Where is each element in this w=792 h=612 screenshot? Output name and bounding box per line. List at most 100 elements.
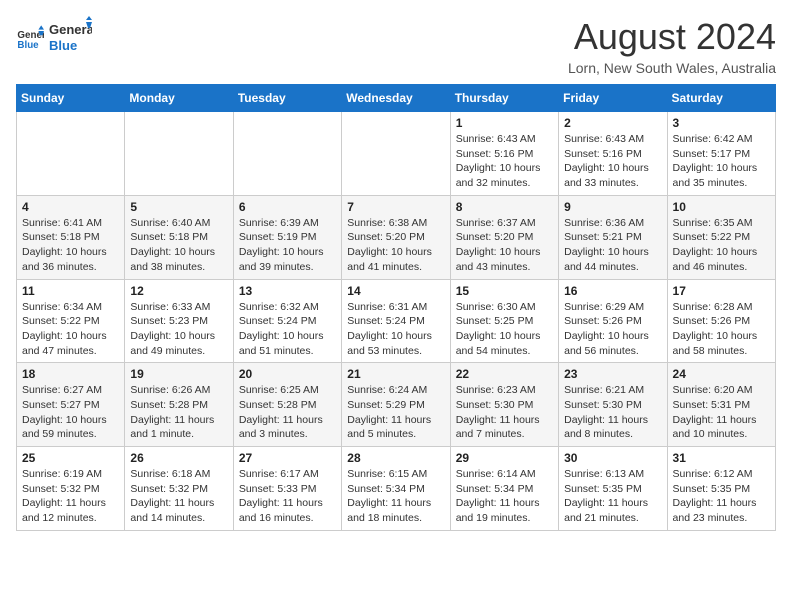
calendar-cell <box>17 112 125 196</box>
day-number: 10 <box>673 200 770 214</box>
calendar-cell: 16Sunrise: 6:29 AM Sunset: 5:26 PM Dayli… <box>559 279 667 363</box>
calendar-cell: 27 Sunrise: 6:17 AM Sunset: 5:33 PM Dayli… <box>233 447 341 531</box>
calendar-cell: 13 Sunrise: 6:32 AM Sunset: 5:24 PM Dayli… <box>233 279 341 363</box>
day-info: Sunrise: 6:24 AM Sunset: 5:29 PM Dayligh… <box>347 383 444 442</box>
col-monday: Monday <box>125 85 233 112</box>
day-info: Sunrise: 6:15 AM Sunset: 5:34 PM Dayligh… <box>347 467 444 526</box>
calendar-cell: 19Sunrise: 6:26 AM Sunset: 5:28 PM Dayli… <box>125 363 233 447</box>
calendar-cell: 29Sunrise: 6:14 AM Sunset: 5:34 PM Dayli… <box>450 447 558 531</box>
month-year-title: August 2024 <box>568 16 776 58</box>
calendar-cell: 18 Sunrise: 6:27 AM Sunset: 5:27 PM Dayli… <box>17 363 125 447</box>
day-number: 19 <box>130 367 227 381</box>
calendar-cell: 15 Sunrise: 6:30 AM Sunset: 5:25 PM Dayli… <box>450 279 558 363</box>
calendar-cell: 25Sunrise: 6:19 AM Sunset: 5:32 PM Dayli… <box>17 447 125 531</box>
calendar-cell: 24 Sunrise: 6:20 AM Sunset: 5:31 PM Dayli… <box>667 363 775 447</box>
day-info: Sunrise: 6:35 AM Sunset: 5:22 PM Dayligh… <box>673 216 770 275</box>
day-info: Sunrise: 6:37 AM Sunset: 5:20 PM Dayligh… <box>456 216 553 275</box>
calendar-cell: 23Sunrise: 6:21 AM Sunset: 5:30 PM Dayli… <box>559 363 667 447</box>
day-info: Sunrise: 6:28 AM Sunset: 5:26 PM Dayligh… <box>673 300 770 359</box>
calendar-cell: 1 Sunrise: 6:43 AM Sunset: 5:16 PM Daylig… <box>450 112 558 196</box>
calendar-cell: 5 Sunrise: 6:40 AM Sunset: 5:18 PM Daylig… <box>125 195 233 279</box>
day-info: Sunrise: 6:30 AM Sunset: 5:25 PM Dayligh… <box>456 300 553 359</box>
day-number: 31 <box>673 451 770 465</box>
calendar-cell: 10 Sunrise: 6:35 AM Sunset: 5:22 PM Dayli… <box>667 195 775 279</box>
day-info: Sunrise: 6:18 AM Sunset: 5:32 PM Dayligh… <box>130 467 227 526</box>
week-row-3: 11 Sunrise: 6:34 AM Sunset: 5:22 PM Dayli… <box>17 279 776 363</box>
calendar-cell: 3Sunrise: 6:42 AM Sunset: 5:17 PM Daylig… <box>667 112 775 196</box>
day-info: Sunrise: 6:27 AM Sunset: 5:27 PM Dayligh… <box>22 383 119 442</box>
day-info: Sunrise: 6:43 AM Sunset: 5:16 PM Dayligh… <box>564 132 661 191</box>
week-row-2: 4 Sunrise: 6:41 AM Sunset: 5:18 PM Daylig… <box>17 195 776 279</box>
calendar-cell: 11 Sunrise: 6:34 AM Sunset: 5:22 PM Dayli… <box>17 279 125 363</box>
day-info: Sunrise: 6:20 AM Sunset: 5:31 PM Dayligh… <box>673 383 770 442</box>
day-info: Sunrise: 6:13 AM Sunset: 5:35 PM Dayligh… <box>564 467 661 526</box>
day-info: Sunrise: 6:41 AM Sunset: 5:18 PM Dayligh… <box>22 216 119 275</box>
calendar-cell: 31 Sunrise: 6:12 AM Sunset: 5:35 PM Dayli… <box>667 447 775 531</box>
day-info: Sunrise: 6:17 AM Sunset: 5:33 PM Dayligh… <box>239 467 336 526</box>
calendar-cell: 14 Sunrise: 6:31 AM Sunset: 5:24 PM Dayli… <box>342 279 450 363</box>
day-number: 30 <box>564 451 661 465</box>
calendar-cell: 21 Sunrise: 6:24 AM Sunset: 5:29 PM Dayli… <box>342 363 450 447</box>
day-info: Sunrise: 6:12 AM Sunset: 5:35 PM Dayligh… <box>673 467 770 526</box>
week-row-1: 1 Sunrise: 6:43 AM Sunset: 5:16 PM Daylig… <box>17 112 776 196</box>
col-thursday: Thursday <box>450 85 558 112</box>
calendar-cell: 17 Sunrise: 6:28 AM Sunset: 5:26 PM Dayli… <box>667 279 775 363</box>
calendar-cell: 28Sunrise: 6:15 AM Sunset: 5:34 PM Dayli… <box>342 447 450 531</box>
day-number: 14 <box>347 284 444 298</box>
calendar-cell: 8 Sunrise: 6:37 AM Sunset: 5:20 PM Daylig… <box>450 195 558 279</box>
calendar-cell: 6 Sunrise: 6:39 AM Sunset: 5:19 PM Daylig… <box>233 195 341 279</box>
day-info: Sunrise: 6:31 AM Sunset: 5:24 PM Dayligh… <box>347 300 444 359</box>
day-number: 23 <box>564 367 661 381</box>
col-saturday: Saturday <box>667 85 775 112</box>
day-number: 17 <box>673 284 770 298</box>
calendar-table: Sunday Monday Tuesday Wednesday Thursday… <box>16 84 776 531</box>
day-number: 27 <box>239 451 336 465</box>
calendar-cell: 4 Sunrise: 6:41 AM Sunset: 5:18 PM Daylig… <box>17 195 125 279</box>
svg-text:Blue: Blue <box>49 38 77 53</box>
calendar-cell: 2Sunrise: 6:43 AM Sunset: 5:16 PM Daylig… <box>559 112 667 196</box>
week-row-4: 18 Sunrise: 6:27 AM Sunset: 5:27 PM Dayli… <box>17 363 776 447</box>
day-info: Sunrise: 6:38 AM Sunset: 5:20 PM Dayligh… <box>347 216 444 275</box>
day-info: Sunrise: 6:40 AM Sunset: 5:18 PM Dayligh… <box>130 216 227 275</box>
day-number: 9 <box>564 200 661 214</box>
day-number: 16 <box>564 284 661 298</box>
day-number: 22 <box>456 367 553 381</box>
day-info: Sunrise: 6:39 AM Sunset: 5:19 PM Dayligh… <box>239 216 336 275</box>
logo: General Blue General Blue <box>16 16 92 60</box>
col-wednesday: Wednesday <box>342 85 450 112</box>
title-area: August 2024 Lorn, New South Wales, Austr… <box>568 16 776 76</box>
day-number: 8 <box>456 200 553 214</box>
calendar-cell: 9 Sunrise: 6:36 AM Sunset: 5:21 PM Daylig… <box>559 195 667 279</box>
day-number: 21 <box>347 367 444 381</box>
day-number: 11 <box>22 284 119 298</box>
day-number: 26 <box>130 451 227 465</box>
day-info: Sunrise: 6:32 AM Sunset: 5:24 PM Dayligh… <box>239 300 336 359</box>
day-number: 7 <box>347 200 444 214</box>
day-number: 18 <box>22 367 119 381</box>
day-number: 24 <box>673 367 770 381</box>
general-blue-logo-svg: General Blue <box>48 16 92 60</box>
location-subtitle: Lorn, New South Wales, Australia <box>568 60 776 76</box>
day-number: 5 <box>130 200 227 214</box>
day-info: Sunrise: 6:33 AM Sunset: 5:23 PM Dayligh… <box>130 300 227 359</box>
day-number: 6 <box>239 200 336 214</box>
day-info: Sunrise: 6:42 AM Sunset: 5:17 PM Dayligh… <box>673 132 770 191</box>
logo-icon: General Blue <box>16 24 44 52</box>
day-number: 4 <box>22 200 119 214</box>
day-number: 15 <box>456 284 553 298</box>
col-friday: Friday <box>559 85 667 112</box>
day-info: Sunrise: 6:36 AM Sunset: 5:21 PM Dayligh… <box>564 216 661 275</box>
calendar-cell: 26 Sunrise: 6:18 AM Sunset: 5:32 PM Dayli… <box>125 447 233 531</box>
calendar-cell: 7 Sunrise: 6:38 AM Sunset: 5:20 PM Daylig… <box>342 195 450 279</box>
day-info: Sunrise: 6:19 AM Sunset: 5:32 PM Dayligh… <box>22 467 119 526</box>
svg-text:Blue: Blue <box>17 40 39 51</box>
calendar-cell: 20Sunrise: 6:25 AM Sunset: 5:28 PM Dayli… <box>233 363 341 447</box>
day-number: 13 <box>239 284 336 298</box>
week-row-5: 25Sunrise: 6:19 AM Sunset: 5:32 PM Dayli… <box>17 447 776 531</box>
day-info: Sunrise: 6:14 AM Sunset: 5:34 PM Dayligh… <box>456 467 553 526</box>
day-number: 1 <box>456 116 553 130</box>
page-header: General Blue General Blue August 2024 Lo… <box>16 16 776 76</box>
day-info: Sunrise: 6:43 AM Sunset: 5:16 PM Dayligh… <box>456 132 553 191</box>
col-sunday: Sunday <box>17 85 125 112</box>
day-info: Sunrise: 6:34 AM Sunset: 5:22 PM Dayligh… <box>22 300 119 359</box>
